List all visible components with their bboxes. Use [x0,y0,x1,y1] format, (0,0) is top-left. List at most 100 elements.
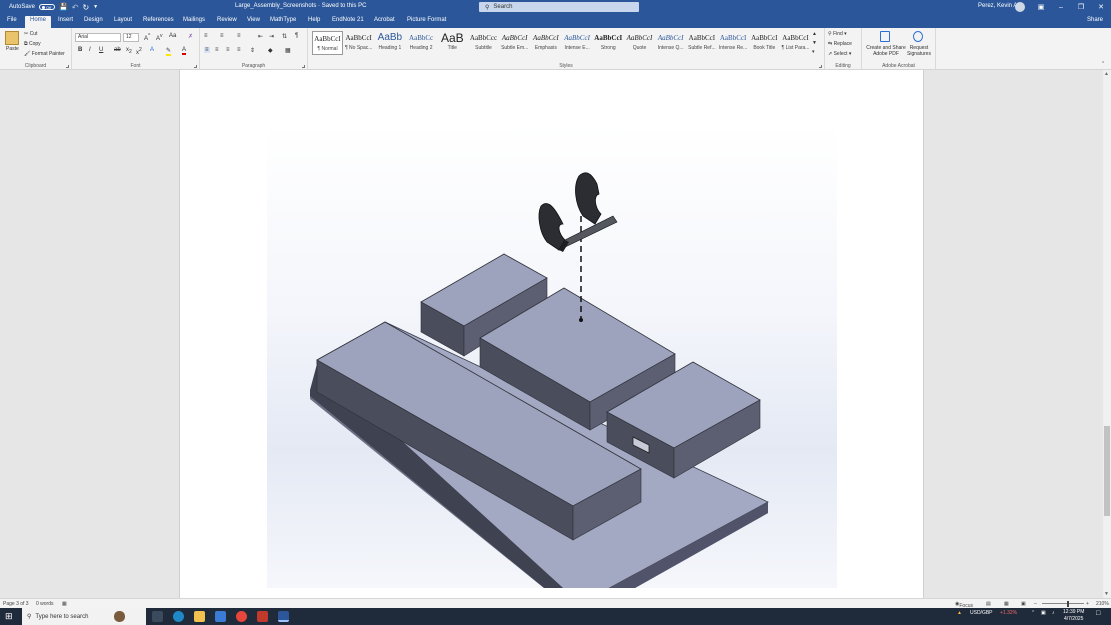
tab-review[interactable]: Review [217,17,237,23]
style-item[interactable]: AaBbCcI Strong [593,31,624,55]
style-item[interactable]: AaBbCcc Subtitle [468,31,499,55]
font-launcher-icon[interactable] [194,65,197,68]
tab-acrobat[interactable]: Acrobat [374,17,395,23]
proofing-icon[interactable]: ▦ [62,601,67,607]
style-item[interactable]: AaBbCcI Subtle Em... [499,31,530,55]
tab-mailings[interactable]: Mailings [183,17,205,23]
justify-icon[interactable]: ≡ [237,47,241,53]
task-view-icon[interactable] [152,611,163,622]
tab-insert[interactable]: Insert [58,17,73,23]
clear-formatting-icon[interactable]: ✗ [188,33,193,40]
paste-label[interactable]: Paste [6,46,19,52]
tab-file[interactable]: File [7,17,17,23]
customize-qat-icon[interactable]: ▼ [93,4,98,10]
vertical-scrollbar[interactable]: ▲ ▼ [1103,70,1111,598]
style-item[interactable]: AaBbCcI Intense Re... [718,31,749,55]
change-case-icon[interactable]: Aa [169,33,176,39]
ticker-label[interactable]: USD/GBP [970,610,993,616]
minimize-icon[interactable]: – [1051,0,1071,14]
ribbon-display-icon[interactable]: ▣ [1031,0,1051,14]
store-icon[interactable] [215,611,226,622]
style-item[interactable]: AaBbCcI Intense E... [562,31,593,55]
zoom-in-icon[interactable]: + [1086,601,1089,607]
search-highlight-icon[interactable] [114,611,125,622]
superscript-icon[interactable]: x2 [136,47,142,56]
zoom-slider-thumb[interactable] [1067,601,1069,607]
paragraph-launcher-icon[interactable] [302,65,305,68]
redo-icon[interactable]: ↻ [82,3,89,12]
avatar[interactable] [1015,2,1025,12]
align-left-icon[interactable]: ≡ [204,47,210,53]
tray-chevron-icon[interactable]: ⌃ [1031,610,1035,616]
assembly-picture[interactable] [267,124,837,598]
user-name[interactable]: Perez, Kevin A [978,3,1017,9]
collapse-ribbon-icon[interactable]: ⌃ [1101,61,1105,67]
search-box[interactable]: ⚲ Search [479,2,639,12]
style-item[interactable]: AaBbCcI Quote [624,31,655,55]
save-icon[interactable]: 💾 [59,3,68,11]
styles-scroll-down-icon[interactable]: ▼ [812,40,817,46]
scroll-thumb[interactable] [1104,426,1110,516]
create-pdf-icon[interactable] [880,31,890,42]
text-effects-icon[interactable]: A [150,47,154,53]
share-button[interactable]: Share [1087,17,1103,23]
shading-icon[interactable]: ◆ [268,47,273,54]
tab-endnote[interactable]: EndNote 21 [332,17,364,23]
web-layout-icon[interactable]: ▣ [1021,601,1026,607]
zoom-level[interactable]: 210% [1096,601,1109,607]
clock[interactable]: 12:39 PM 4/7/2025 [1063,609,1084,623]
style-item[interactable]: AaBbCcI Subtle Ref... [686,31,717,55]
style-item[interactable]: AaBbCc Heading 2 [406,31,437,55]
font-size-select[interactable]: 12 [123,33,139,42]
multilevel-list-icon[interactable]: ≡ [237,33,241,39]
styles-scroll-up-icon[interactable]: ▲ [812,31,817,37]
decrease-indent-icon[interactable]: ⇤ [258,33,263,40]
strikethrough-icon[interactable]: ab [114,47,121,53]
style-item[interactable]: AaB Title [437,31,468,55]
style-item[interactable]: AaBb Heading 1 [374,31,405,55]
bold-icon[interactable]: B [78,47,82,53]
align-right-icon[interactable]: ≡ [226,47,230,53]
network-icon[interactable]: ▣ [1041,610,1046,616]
volume-icon[interactable]: ♪ [1052,610,1055,616]
style-item[interactable]: AaBbCcI Intense Q... [655,31,686,55]
highlight-icon[interactable]: ✎ [166,47,172,56]
restore-icon[interactable]: ❐ [1071,0,1091,14]
page-count[interactable]: Page 3 of 3 [3,601,29,607]
line-spacing-icon[interactable]: ⇕ [250,47,255,54]
font-color-icon[interactable]: A [182,47,187,55]
tab-help[interactable]: Help [308,17,320,23]
italic-icon[interactable]: I [89,47,91,53]
windows-start-icon[interactable]: ⊞ [5,611,13,622]
read-mode-icon[interactable]: ▤ [986,601,991,607]
create-pdf-button[interactable]: Create and Share Adobe PDF [864,45,908,57]
borders-icon[interactable]: ▦ [285,47,291,54]
close-icon[interactable]: ✕ [1091,0,1111,14]
sort-icon[interactable]: ⇅ [282,33,287,40]
underline-icon[interactable]: U [99,47,103,53]
zoom-slider[interactable] [1042,603,1084,604]
find-button[interactable]: ⚲ Find ▾ [828,31,847,37]
align-center-icon[interactable]: ≡ [215,47,219,53]
edge-icon[interactable] [173,611,184,622]
style-item[interactable]: AaBbCcI Emphasis [530,31,561,55]
numbering-icon[interactable]: ≡ [220,33,224,39]
word-count[interactable]: 0 words [36,601,54,607]
zoom-out-icon[interactable]: – [1034,601,1037,607]
word-taskbar-icon[interactable] [278,611,289,622]
grow-font-icon[interactable]: A^ [144,33,150,42]
focus-button[interactable]: ◉ Focus [955,601,973,609]
show-formatting-icon[interactable]: ¶ [295,33,298,39]
copy-button[interactable]: ⧉ Copy [24,41,41,47]
solidworks-icon[interactable] [257,611,268,622]
undo-icon[interactable]: ↶ [72,3,79,12]
format-painter-button[interactable]: 🖌 Format Painter [24,51,65,57]
chrome-icon[interactable] [236,611,247,622]
subscript-icon[interactable]: x2 [126,47,132,55]
document-page[interactable] [179,70,924,598]
replace-button[interactable]: ⇆ Replace [828,41,852,47]
style-item[interactable]: AaBbCcI Book Title [749,31,780,55]
tab-view[interactable]: View [247,17,260,23]
tab-design[interactable]: Design [84,17,103,23]
style-item[interactable]: AaBbCcI ¶ No Spac... [343,31,374,55]
